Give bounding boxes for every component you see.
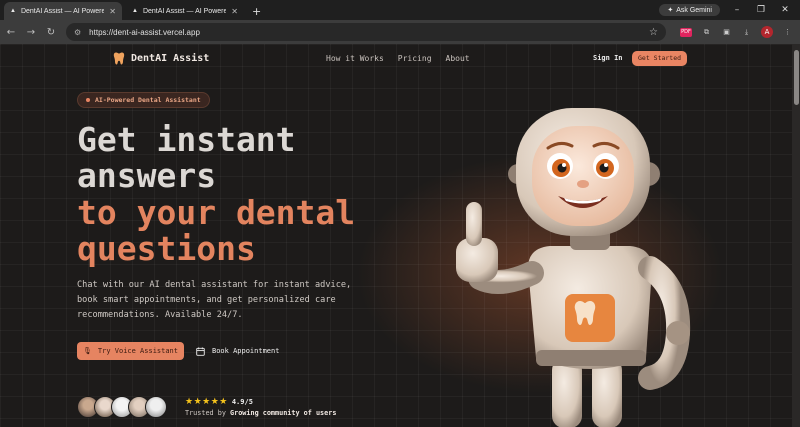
hero-title-highlight: questions: [77, 229, 256, 268]
sign-in-button[interactable]: Sign In: [593, 54, 623, 62]
bookmark-star-icon[interactable]: ☆: [649, 27, 658, 38]
page-content: DentAI Assist How it Works Pricing About…: [0, 44, 800, 427]
gemini-icon: ✦: [667, 7, 674, 14]
profile-avatar[interactable]: A: [761, 26, 773, 38]
book-appointment-button[interactable]: Book Appointment: [196, 342, 279, 360]
back-icon[interactable]: ←: [6, 27, 16, 38]
ask-gemini-button[interactable]: ✦ Ask Gemini: [659, 4, 720, 16]
calendar-icon: [196, 346, 205, 356]
trusted-prefix: Trusted by: [185, 409, 226, 417]
brand-logo[interactable]: DentAI Assist: [113, 52, 209, 65]
tooth-icon: [113, 52, 125, 65]
try-voice-assistant-button[interactable]: 🎙︎ Try Voice Assistant: [77, 342, 184, 360]
microphone-icon: 🎙︎: [83, 347, 92, 355]
site-navbar: DentAI Assist How it Works Pricing About…: [0, 44, 800, 72]
nav-links: How it Works Pricing About: [326, 54, 470, 63]
book-button-label: Book Appointment: [212, 347, 280, 355]
close-window-icon[interactable]: ✕: [778, 5, 792, 15]
user-avatar: [145, 396, 167, 418]
nav-link-pricing[interactable]: Pricing: [398, 54, 432, 63]
browser-tab[interactable]: ▲ DentAI Assist — AI Powered De ✕: [126, 2, 244, 20]
url-text[interactable]: https://dent-ai-assist.vercel.app: [89, 28, 641, 37]
browser-tab[interactable]: ▲ DentAI Assist — AI Powered De ✕: [4, 2, 122, 20]
tab-favicon-icon: ▲: [132, 8, 138, 14]
close-tab-icon[interactable]: ✕: [231, 7, 238, 16]
robot-mascot-illustration: [456, 108, 691, 427]
badge-label: AI-Powered Dental Assistant: [95, 96, 201, 104]
nav-link-about[interactable]: About: [446, 54, 470, 63]
url-bar[interactable]: ⚙ https://dent-ai-assist.vercel.app ☆: [66, 23, 666, 41]
reload-icon[interactable]: ↻: [46, 27, 56, 38]
scrollbar-thumb[interactable]: [794, 50, 799, 105]
voice-button-label: Try Voice Assistant: [97, 347, 178, 355]
rating-row: ★★★★★ 4.9/5: [185, 397, 253, 407]
hero-title-line: answers: [77, 156, 217, 195]
download-icon[interactable]: ⤓: [741, 28, 752, 37]
star-rating-icon: ★★★★★: [185, 397, 228, 407]
nav-link-how-it-works[interactable]: How it Works: [326, 54, 384, 63]
hero-title-highlight: to your dental: [77, 193, 356, 232]
trusted-text: Trusted by Growing community of users: [185, 409, 336, 417]
new-tab-button[interactable]: +: [252, 5, 261, 18]
close-tab-icon[interactable]: ✕: [109, 7, 116, 16]
user-avatars: [77, 396, 167, 418]
hero-badge: AI-Powered Dental Assistant: [77, 92, 210, 108]
more-menu-icon[interactable]: ⋮: [782, 28, 793, 37]
puzzle-extensions-icon[interactable]: ⧉: [701, 28, 712, 37]
extensions-area: PDF ⧉ ▣ ⤓ A ⋮: [680, 26, 793, 38]
trusted-highlight: Growing community of users: [230, 409, 337, 417]
media-icon[interactable]: ▣: [721, 28, 732, 37]
hero-title-line: Get instant: [77, 120, 296, 159]
badge-dot-icon: [86, 98, 90, 102]
minimize-icon[interactable]: –: [730, 5, 744, 15]
restore-icon[interactable]: ❐: [754, 5, 768, 15]
page-scrollbar[interactable]: [792, 44, 800, 427]
tab-title: DentAI Assist — AI Powered De: [142, 7, 227, 15]
extension-icon[interactable]: PDF: [680, 27, 692, 37]
window-controls: ✦ Ask Gemini – ❐ ✕: [659, 0, 800, 20]
ask-gemini-label: Ask Gemini: [676, 6, 712, 14]
rating-score: 4.9/5: [231, 398, 253, 406]
tab-favicon-icon: ▲: [10, 8, 16, 14]
tab-title: DentAI Assist — AI Powered De: [20, 7, 105, 15]
address-toolbar: ← → ↻ ⚙ https://dent-ai-assist.vercel.ap…: [0, 20, 800, 44]
site-info-icon[interactable]: ⚙: [74, 28, 81, 37]
brand-name: DentAI Assist: [131, 53, 210, 64]
forward-icon[interactable]: →: [26, 27, 36, 38]
hero-description: Chat with our AI dental assistant for in…: [77, 280, 352, 320]
get-started-button[interactable]: Get Started: [632, 51, 688, 66]
